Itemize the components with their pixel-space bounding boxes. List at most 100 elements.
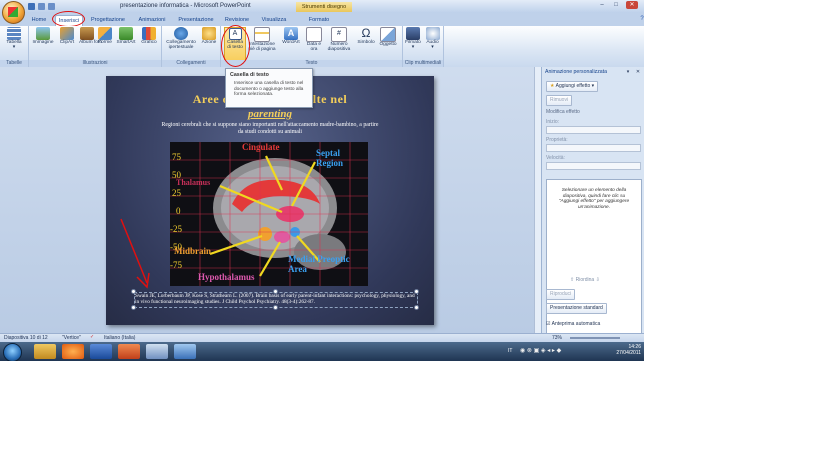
slide-body-text[interactable]: Regioni cerebrali che si suppone siano i…: [160, 122, 380, 135]
save-icon[interactable]: [28, 3, 35, 10]
slide-subtitle[interactable]: parenting: [106, 108, 434, 120]
y-tick-75: 75: [172, 152, 181, 162]
smartart-button[interactable]: SmartArt: [115, 27, 137, 59]
ribbon: Tabella ▾ Tabelle Immagine ClipArt Album…: [0, 26, 644, 68]
tab-visualizza[interactable]: Visualizza: [258, 15, 290, 26]
header-footer-icon: [254, 27, 270, 42]
help-icon[interactable]: ?: [636, 15, 644, 23]
tab-animazioni[interactable]: Animazioni: [134, 15, 170, 26]
resize-handle[interactable]: [273, 289, 278, 294]
movie-icon: [406, 27, 420, 40]
tray-date: 27/04/2011: [616, 350, 641, 356]
minimize-button[interactable]: –: [596, 1, 608, 9]
tooltip-casella-di-testo: Casella di testo Inserisce una casella d…: [225, 68, 313, 108]
simbolo-button[interactable]: Ω Simbolo: [355, 27, 377, 59]
modify-effect-heading: Modifica effetto: [546, 109, 580, 115]
collegamento-ipertestuale-button[interactable]: Collegamento ipertestuale: [164, 27, 198, 59]
status-language[interactable]: Italiano (Italia): [104, 335, 135, 341]
redo-icon[interactable]: [48, 3, 55, 10]
context-tab-strumenti-disegno: Strumenti disegno: [296, 2, 352, 12]
group-clip-multimediali: Filmato ▾ Audio ▾ Clip multimediali: [403, 26, 444, 67]
oggetto-button[interactable]: Oggetto: [377, 27, 399, 59]
numero-diapositiva-button[interactable]: # Numero diapositiva: [325, 27, 353, 59]
autopreview-checkbox[interactable]: ☑ Anteprima automatica: [546, 321, 600, 327]
shapes-icon: [98, 27, 112, 40]
tab-home[interactable]: Home: [27, 15, 51, 26]
property-select[interactable]: [546, 144, 641, 152]
tray-icons[interactable]: ◉ ⊗ ▣ ◈ ◂ ▸ ◆: [520, 347, 561, 354]
intestazione-button[interactable]: Intestazione piè di pagina: [247, 27, 277, 59]
explorer-icon[interactable]: [34, 344, 56, 359]
wordart-button[interactable]: A WordArt: [279, 27, 303, 59]
office-logo-icon: [8, 7, 18, 17]
undo-icon[interactable]: [38, 3, 45, 10]
filmato-button[interactable]: Filmato ▾: [404, 27, 422, 59]
brain-mri-image[interactable]: 75 50 25 0 -25 -50 -75 Cingulate Thalamu…: [170, 142, 368, 286]
y-tick-minus75: -75: [170, 260, 182, 270]
tray-language[interactable]: IT: [508, 348, 512, 354]
powerpoint-window: presentazione informatica - Microsoft Po…: [0, 0, 644, 361]
chart-icon: [142, 27, 156, 40]
start-select[interactable]: [546, 126, 641, 134]
slide-canvas[interactable]: Aree cerebrali coinvolte nel parenting R…: [106, 76, 434, 325]
start-button[interactable]: [3, 343, 22, 361]
windows-taskbar: IT ◉ ⊗ ▣ ◈ ◂ ▸ ◆ 14:26 27/04/2011: [0, 342, 644, 361]
resize-handle[interactable]: [414, 289, 419, 294]
tab-presentazione[interactable]: Presentazione: [176, 15, 216, 26]
maximize-button[interactable]: □: [610, 1, 622, 9]
up-arrow-icon[interactable]: ⇧: [570, 277, 574, 283]
spellcheck-icon[interactable]: ✓: [90, 334, 94, 340]
zoom-level[interactable]: 73%: [552, 335, 562, 341]
play-button[interactable]: Riproduci: [546, 289, 576, 300]
immagine-button[interactable]: Immagine: [31, 27, 55, 59]
hyperlink-globe-icon: [174, 27, 188, 40]
group-label-illustrazioni: Illustrazioni: [29, 60, 161, 67]
tab-formato[interactable]: Formato: [304, 15, 334, 26]
tabella-button[interactable]: Tabella ▾: [3, 27, 25, 59]
label-septal-region: Septal Region: [316, 148, 343, 168]
azione-button[interactable]: Azione: [200, 27, 218, 59]
window-title: presentazione informatica - Microsoft Po…: [120, 3, 251, 9]
label-cingulate: Cingulate: [242, 142, 280, 152]
tooltip-title: Casella di testo: [230, 72, 269, 78]
slideshow-button[interactable]: Presentazione standard: [546, 303, 607, 314]
property-label: Proprietà:: [546, 137, 568, 143]
start-label: Inizio:: [546, 119, 560, 125]
resize-handle[interactable]: [131, 305, 136, 310]
tooltip-description: Inserisce una casella di testo nel docum…: [234, 81, 304, 97]
remove-button[interactable]: Rimuovi: [546, 95, 573, 106]
zoom-slider[interactable]: [570, 337, 620, 339]
audio-button[interactable]: Audio ▾: [424, 27, 441, 59]
omega-symbol-icon: Ω: [361, 26, 371, 40]
media-player-icon[interactable]: [62, 344, 84, 359]
wordart-icon: A: [284, 27, 298, 40]
pane-dropdown-icon[interactable]: ▾: [624, 69, 632, 75]
forme-button[interactable]: Forme: [97, 27, 113, 59]
powerpoint-icon[interactable]: [118, 344, 140, 359]
word-icon[interactable]: [90, 344, 112, 359]
office-button[interactable]: [2, 1, 25, 24]
resize-handle[interactable]: [273, 305, 278, 310]
tray-clock[interactable]: 14:26 27/04/2011: [616, 344, 641, 356]
album-foto-button[interactable]: Album foto: [79, 27, 102, 59]
down-arrow-icon[interactable]: ⇩: [596, 277, 600, 283]
highlight-oval-casella: [221, 25, 250, 67]
resize-handle[interactable]: [414, 305, 419, 310]
clipart-button[interactable]: ClipArt: [57, 27, 77, 59]
window-icon[interactable]: [174, 344, 196, 359]
title-bar: presentazione informatica - Microsoft Po…: [0, 0, 644, 13]
app-icon[interactable]: [146, 344, 168, 359]
ribbon-tabs: Home Inserisci Progettazione Animazioni …: [0, 13, 644, 27]
action-star-icon: [202, 27, 216, 40]
reorder-label: ⇧ Riordina ⇩: [570, 277, 600, 283]
grafico-button[interactable]: Grafico: [139, 27, 159, 59]
group-label-collegamenti: Collegamenti: [162, 60, 220, 67]
close-button[interactable]: ✕: [626, 1, 638, 9]
add-effect-button[interactable]: ★ Aggiungi effetto ▾: [546, 81, 599, 92]
data-e-ora-button[interactable]: Data e ora: [305, 27, 323, 59]
calendar-icon: [306, 27, 322, 42]
pane-close-icon[interactable]: ✕: [634, 69, 642, 75]
speed-select[interactable]: [546, 162, 641, 170]
red-annotation-arrow: [120, 218, 150, 289]
tab-progettazione[interactable]: Progettazione: [87, 15, 129, 26]
